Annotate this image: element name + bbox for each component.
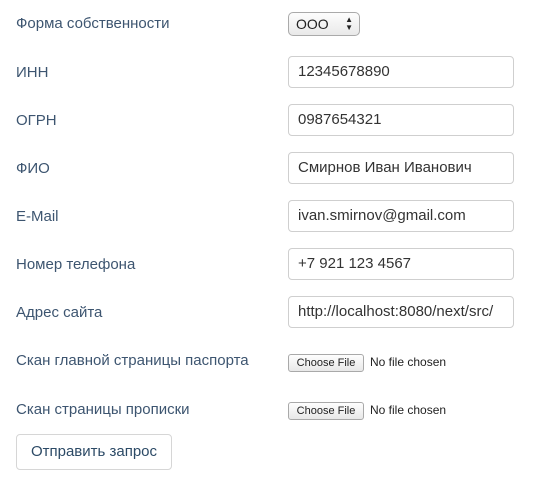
ownership-label: Форма собственности (16, 15, 170, 32)
site-label: Адрес сайта (16, 304, 103, 321)
ownership-selected-value: ООО (296, 16, 329, 32)
ogrn-label: ОГРН (16, 112, 57, 129)
fio-input[interactable]: Смирнов Иван Иванович (288, 152, 514, 184)
phone-input[interactable]: +7 921 123 4567 (288, 248, 514, 280)
passport-scan-label: Скан главной страницы паспорта (16, 352, 249, 369)
fio-label: ФИО (16, 160, 50, 177)
registration-choose-file-button[interactable]: Choose File (288, 402, 364, 420)
inn-label: ИНН (16, 64, 49, 81)
inn-input[interactable]: 12345678890 (288, 56, 514, 88)
ownership-select[interactable]: ООО ▲ ▼ (288, 12, 360, 36)
site-input[interactable]: http://localhost:8080/next/src/ (288, 296, 514, 328)
email-input[interactable]: ivan.smirnov@gmail.com (288, 200, 514, 232)
select-arrows-icon: ▲ ▼ (345, 15, 353, 32)
email-label: E-Mail (16, 208, 59, 225)
registration-file-status: No file chosen (370, 403, 447, 417)
registration-scan-label: Скан страницы прописки (16, 401, 190, 418)
ogrn-input[interactable]: 0987654321 (288, 104, 514, 136)
passport-choose-file-button[interactable]: Choose File (288, 354, 364, 372)
passport-file-status: No file chosen (370, 355, 447, 369)
phone-label: Номер телефона (16, 256, 136, 273)
submit-request-button[interactable]: Отправить запрос (16, 434, 172, 470)
